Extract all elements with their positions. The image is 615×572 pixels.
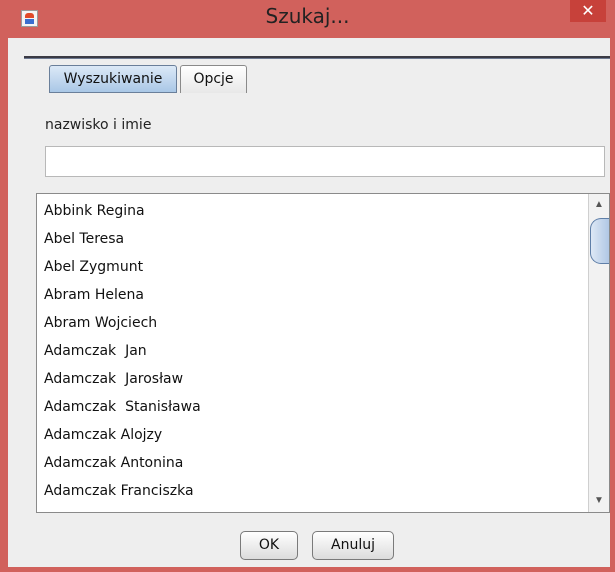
dialog-window: Szukaj... ✕ Wyszukiwanie Opcje nazwisko … (0, 0, 615, 572)
ok-button[interactable]: OK (240, 531, 298, 560)
search-input[interactable] (45, 146, 605, 177)
scroll-down-arrow-icon[interactable]: ▼ (589, 492, 609, 510)
window-title: Szukaj... (265, 4, 350, 28)
list-item[interactable]: Adamczak Stanisława (37, 393, 589, 421)
list-item[interactable]: Abel Zygmunt (37, 253, 589, 281)
list-item[interactable]: Adamczak Alojzy (37, 421, 589, 449)
title-bar[interactable]: Szukaj... ✕ (0, 0, 615, 38)
results-list[interactable]: Abbink Regina Abel Teresa Abel Zygmunt A… (37, 194, 589, 512)
list-item[interactable]: Abbink Regina (37, 197, 589, 225)
results-list-box: Abbink Regina Abel Teresa Abel Zygmunt A… (36, 193, 610, 513)
cancel-button[interactable]: Anuluj (312, 531, 394, 560)
list-item[interactable]: Adamczak Antonina (37, 449, 589, 477)
list-item[interactable]: Abel Teresa (37, 225, 589, 253)
list-item[interactable]: Abram Helena (37, 281, 589, 309)
scrollbar-thumb[interactable] (590, 218, 609, 264)
search-label: nazwisko i imie (45, 117, 152, 133)
scroll-up-arrow-icon[interactable]: ▲ (589, 196, 609, 214)
tab-wyszukiwanie[interactable]: Wyszukiwanie (49, 65, 177, 93)
tab-strip-border-light (24, 58, 610, 59)
list-item[interactable]: Adamczak Jarosław (37, 365, 589, 393)
list-item[interactable]: Adamczak Jan (37, 337, 589, 365)
window-bottom-border (0, 567, 615, 572)
list-item[interactable]: Adamczak Franciszka (37, 477, 589, 505)
close-button[interactable]: ✕ (570, 0, 606, 22)
vertical-scrollbar[interactable]: ▲ ▼ (588, 194, 609, 512)
tab-opcje[interactable]: Opcje (180, 65, 247, 93)
list-item[interactable]: Abram Wojciech (37, 309, 589, 337)
